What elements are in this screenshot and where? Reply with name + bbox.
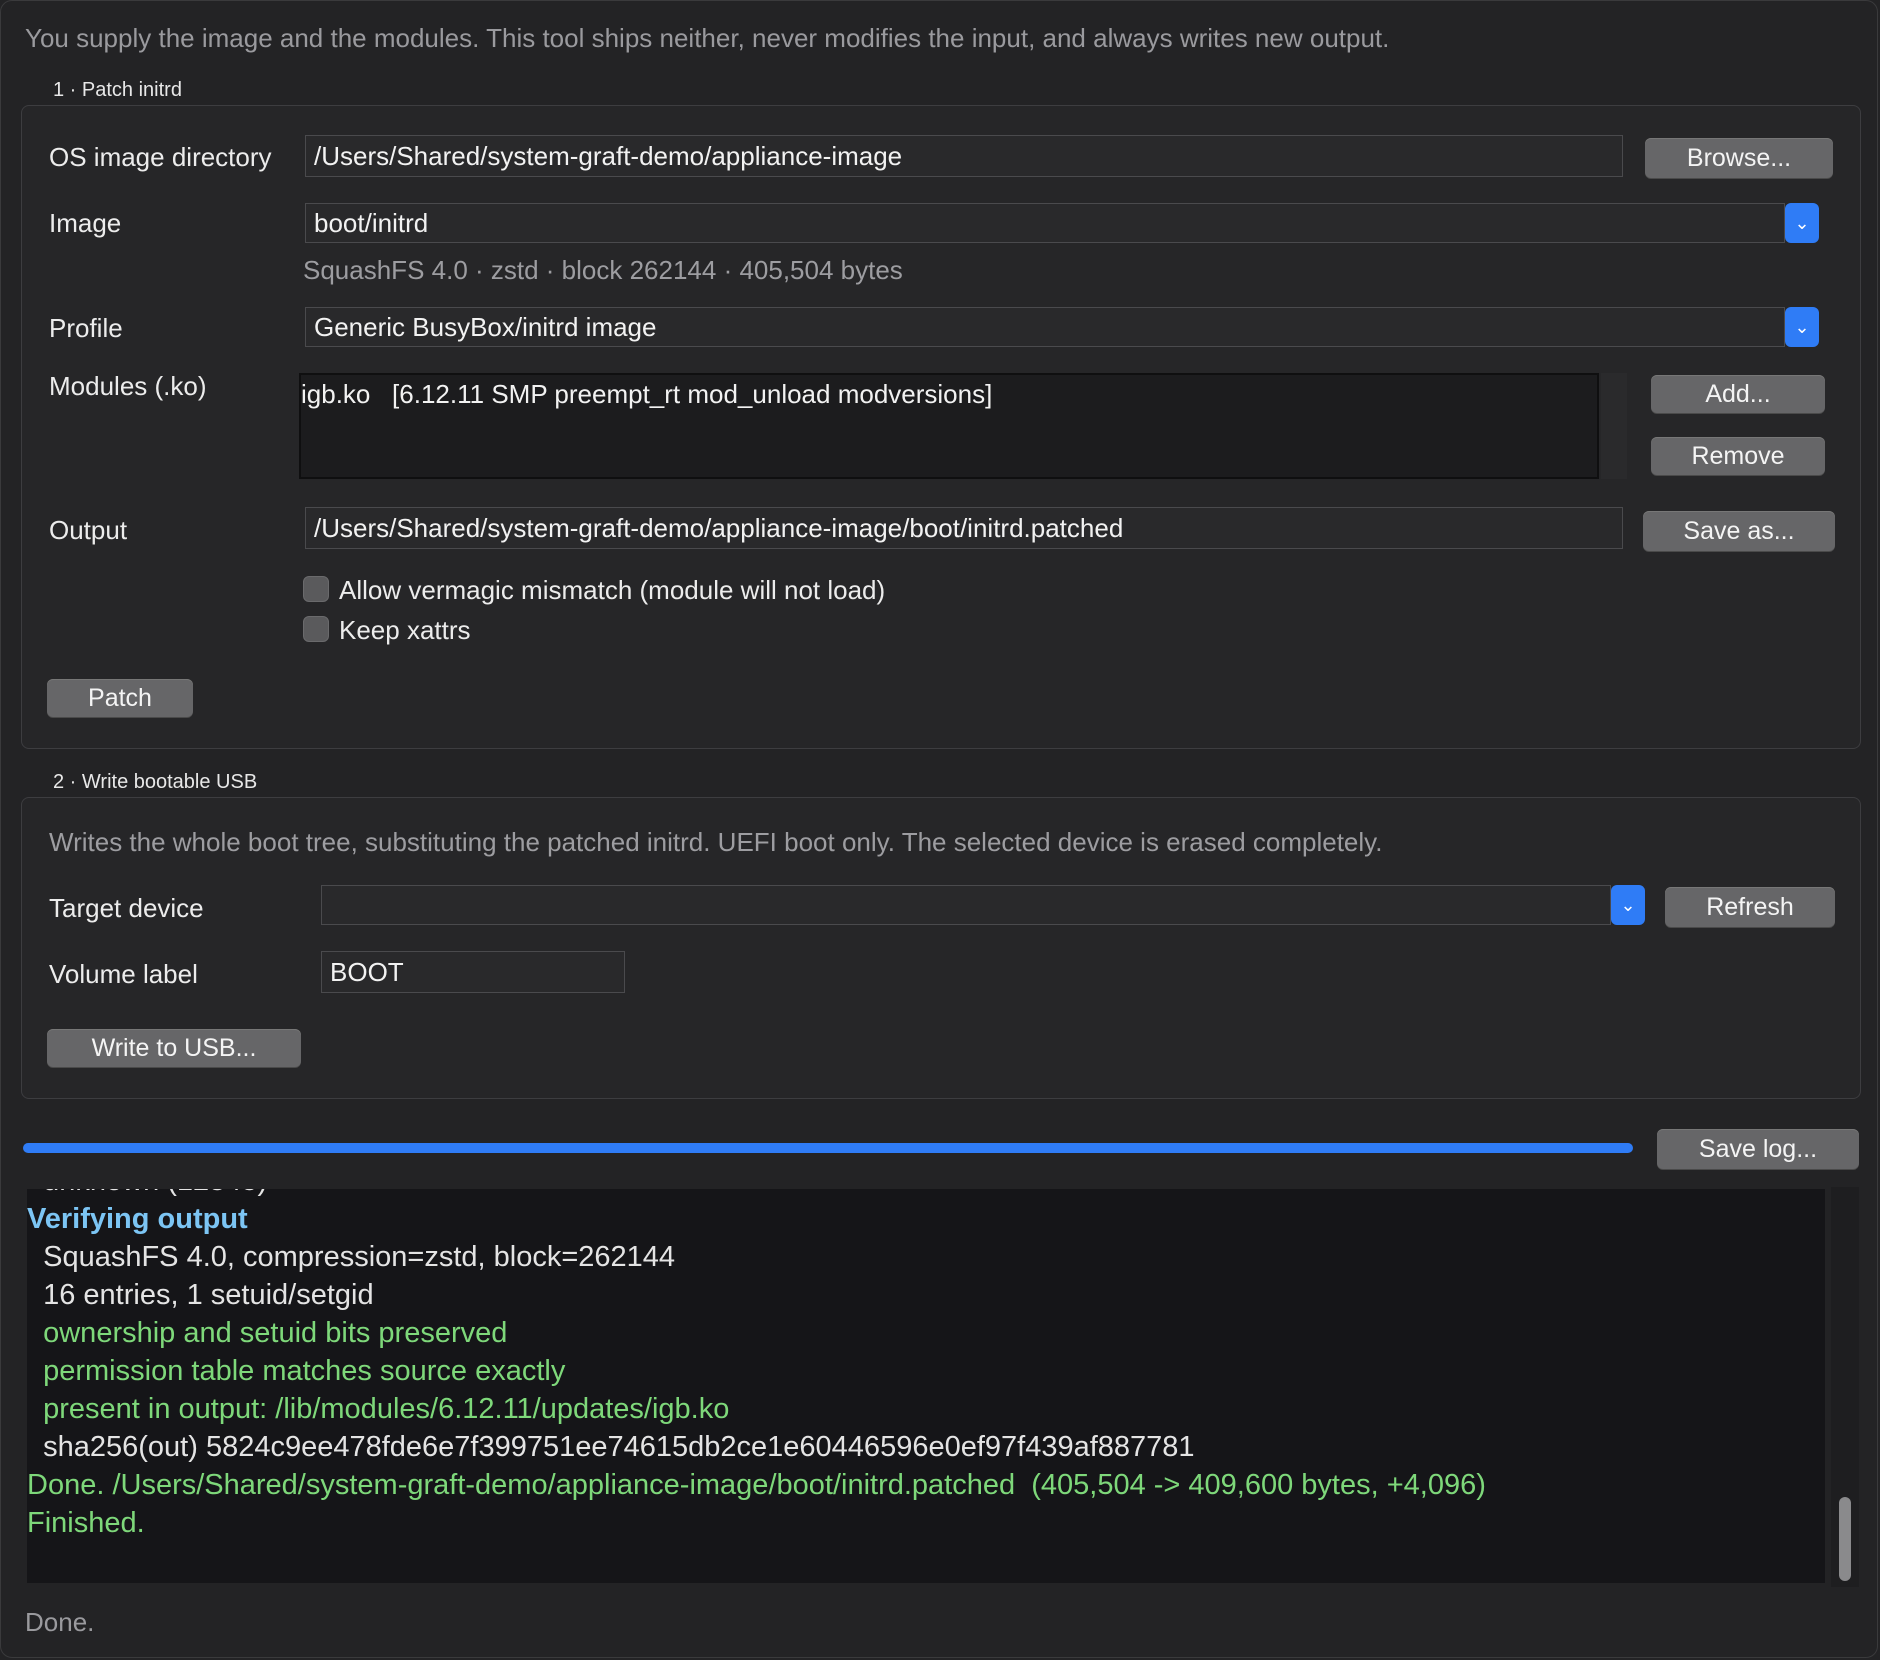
keep-xattrs-checkbox[interactable] (303, 616, 329, 642)
chevron-down-icon[interactable]: ⌄ (1785, 203, 1819, 243)
profile-label: Profile (49, 313, 123, 343)
refresh-button[interactable]: Refresh (1665, 887, 1835, 927)
allow-vermagic-label: Allow vermagic mismatch (module will not… (339, 575, 886, 605)
progress-bar (23, 1143, 1633, 1153)
image-info: SquashFS 4.0 · zstd · block 262144 · 405… (303, 255, 903, 285)
output-label: Output (49, 515, 128, 545)
app-window: You supply the image and the modules. Th… (0, 0, 1878, 1658)
log-line: Done. /Users/Shared/system-graft-demo/ap… (27, 1469, 1486, 1501)
keep-xattrs-label: Keep xattrs (339, 615, 471, 645)
modules-scrollbar[interactable] (1601, 373, 1627, 479)
patch-button[interactable]: Patch (47, 679, 193, 717)
write-usb-button[interactable]: Write to USB... (47, 1029, 301, 1067)
log-line: sha256(out) 5824c9ee478fde6e7f399751ee74… (27, 1431, 1195, 1463)
target-device-label: Target device (49, 893, 204, 923)
allow-vermagic-checkbox[interactable] (303, 576, 329, 602)
save-log-button[interactable]: Save log... (1657, 1129, 1859, 1169)
modules-list[interactable]: igb.ko [6.12.11 SMP preempt_rt mod_unloa… (299, 373, 1599, 479)
add-module-button[interactable]: Add... (1651, 375, 1825, 413)
log-heading: Verifying output (27, 1203, 248, 1235)
volume-label-label: Volume label (49, 959, 198, 989)
browse-button[interactable]: Browse... (1645, 138, 1833, 178)
patch-section-title: 1 · Patch initrd (53, 79, 182, 101)
log-line: present in output: /lib/modules/6.12.11/… (27, 1393, 730, 1425)
usb-description: Writes the whole boot tree, substituting… (49, 827, 1383, 857)
os-dir-label: OS image directory (49, 142, 272, 172)
status-text: Done. (25, 1607, 95, 1637)
list-item[interactable]: igb.ko [6.12.11 SMP preempt_rt mod_unloa… (301, 379, 992, 410)
log-line: SquashFS 4.0, compression=zstd, block=26… (27, 1241, 676, 1273)
log-line: permission table matches source exactly (27, 1355, 566, 1387)
intro-text: You supply the image and the modules. Th… (25, 23, 1390, 53)
log-line: ownership and setuid bits preserved (27, 1317, 508, 1349)
volume-label-field[interactable]: BOOT (321, 951, 625, 993)
save-as-button[interactable]: Save as... (1643, 511, 1835, 551)
chevron-down-icon[interactable]: ⌄ (1785, 307, 1819, 347)
usb-section-title: 2 · Write bootable USB (53, 771, 258, 793)
remove-module-button[interactable]: Remove (1651, 437, 1825, 475)
profile-select[interactable]: Generic BusyBox/initrd image (305, 307, 1785, 347)
image-select[interactable]: boot/initrd (305, 203, 1785, 243)
os-dir-field[interactable]: /Users/Shared/system-graft-demo/applianc… (305, 135, 1623, 177)
log-line-partial: unknown (12345) (27, 1189, 267, 1198)
log-line: 16 entries, 1 setuid/setgid (27, 1279, 374, 1311)
chevron-down-icon[interactable]: ⌄ (1611, 885, 1645, 925)
log-scrollbar[interactable] (1831, 1187, 1859, 1587)
output-field[interactable]: /Users/Shared/system-graft-demo/applianc… (305, 507, 1623, 549)
modules-label: Modules (.ko) (49, 371, 207, 401)
log-scroll-thumb[interactable] (1839, 1497, 1851, 1581)
log-output[interactable]: unknown (12345) Verifying output SquashF… (27, 1189, 1825, 1583)
log-line: Finished. (27, 1507, 145, 1539)
image-label: Image (49, 208, 122, 238)
target-device-select[interactable] (321, 885, 1611, 925)
